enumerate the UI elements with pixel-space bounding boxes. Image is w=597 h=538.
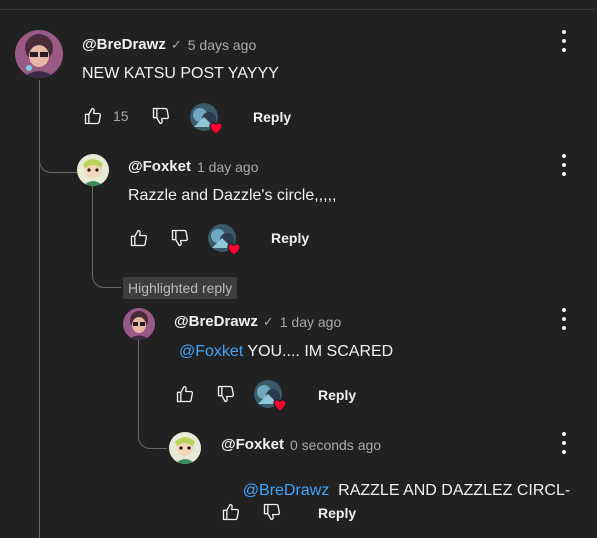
dislike-button[interactable] — [168, 226, 192, 250]
mention-link[interactable]: @Foxket — [179, 343, 243, 360]
more-vert-icon[interactable] — [556, 154, 572, 176]
top-divider — [0, 9, 597, 10]
comment-time[interactable]: 0 seconds ago — [290, 437, 381, 453]
thumbs-up-icon — [176, 385, 194, 403]
dislike-button[interactable] — [214, 382, 238, 406]
author-name[interactable]: @BreDrawz — [174, 313, 258, 330]
comment-time[interactable]: 5 days ago — [188, 37, 257, 53]
avatar[interactable] — [15, 30, 63, 78]
highlighted-reply-badge: Highlighted reply — [123, 277, 238, 299]
creator-heart — [208, 224, 241, 256]
thumbs-down-icon — [263, 503, 281, 521]
thumbs-up-icon — [130, 229, 148, 247]
thumbs-down-icon — [217, 385, 235, 403]
creator-heart — [254, 380, 287, 412]
reply-button[interactable]: Reply — [271, 230, 309, 246]
comment-text: @Foxket YOU.... IM SCARED — [179, 343, 394, 360]
thread-elbow-reply-3 — [138, 338, 167, 449]
like-button[interactable] — [81, 104, 105, 128]
thread-elbow-highlight — [92, 186, 121, 288]
avatar[interactable] — [123, 308, 155, 340]
author-name[interactable]: @BreDrawz — [82, 36, 166, 53]
more-vert-icon[interactable] — [556, 308, 572, 330]
avatar[interactable] — [169, 432, 201, 464]
dislike-button[interactable] — [260, 500, 284, 524]
thumbs-down-icon — [171, 229, 189, 247]
like-count: 15 — [113, 108, 129, 124]
like-button[interactable] — [173, 382, 197, 406]
like-button[interactable] — [219, 500, 243, 524]
avatar[interactable] — [77, 154, 109, 186]
thumbs-down-icon — [152, 107, 170, 125]
reply-button[interactable]: Reply — [253, 109, 291, 125]
heart-icon — [273, 399, 287, 412]
reply-button[interactable]: Reply — [318, 505, 356, 521]
thread-elbow-reply-1 — [39, 80, 78, 173]
mention-link[interactable]: @BreDrawz — [243, 482, 329, 499]
heart-icon — [227, 243, 241, 256]
more-vert-icon[interactable] — [556, 30, 572, 52]
more-vert-icon[interactable] — [556, 432, 572, 454]
author-name[interactable]: @Foxket — [221, 436, 284, 453]
verified-check-icon: ✓ — [170, 36, 182, 52]
thumbs-up-icon — [222, 503, 240, 521]
dislike-button[interactable] — [149, 104, 173, 128]
author-name[interactable]: @Foxket — [128, 158, 191, 175]
comment-time[interactable]: 1 day ago — [280, 314, 342, 330]
verified-check-icon: ✓ — [262, 313, 274, 329]
comment-time[interactable]: 1 day ago — [197, 159, 259, 175]
comment-text: Razzle and Dazzle's circle,,,,, — [128, 187, 337, 204]
creator-heart — [190, 103, 223, 135]
like-button[interactable] — [127, 226, 151, 250]
reply-button[interactable]: Reply — [318, 387, 356, 403]
thumbs-up-icon — [84, 107, 102, 125]
heart-icon — [209, 122, 223, 135]
comment-text: NEW KATSU POST YAYYY — [82, 65, 279, 82]
